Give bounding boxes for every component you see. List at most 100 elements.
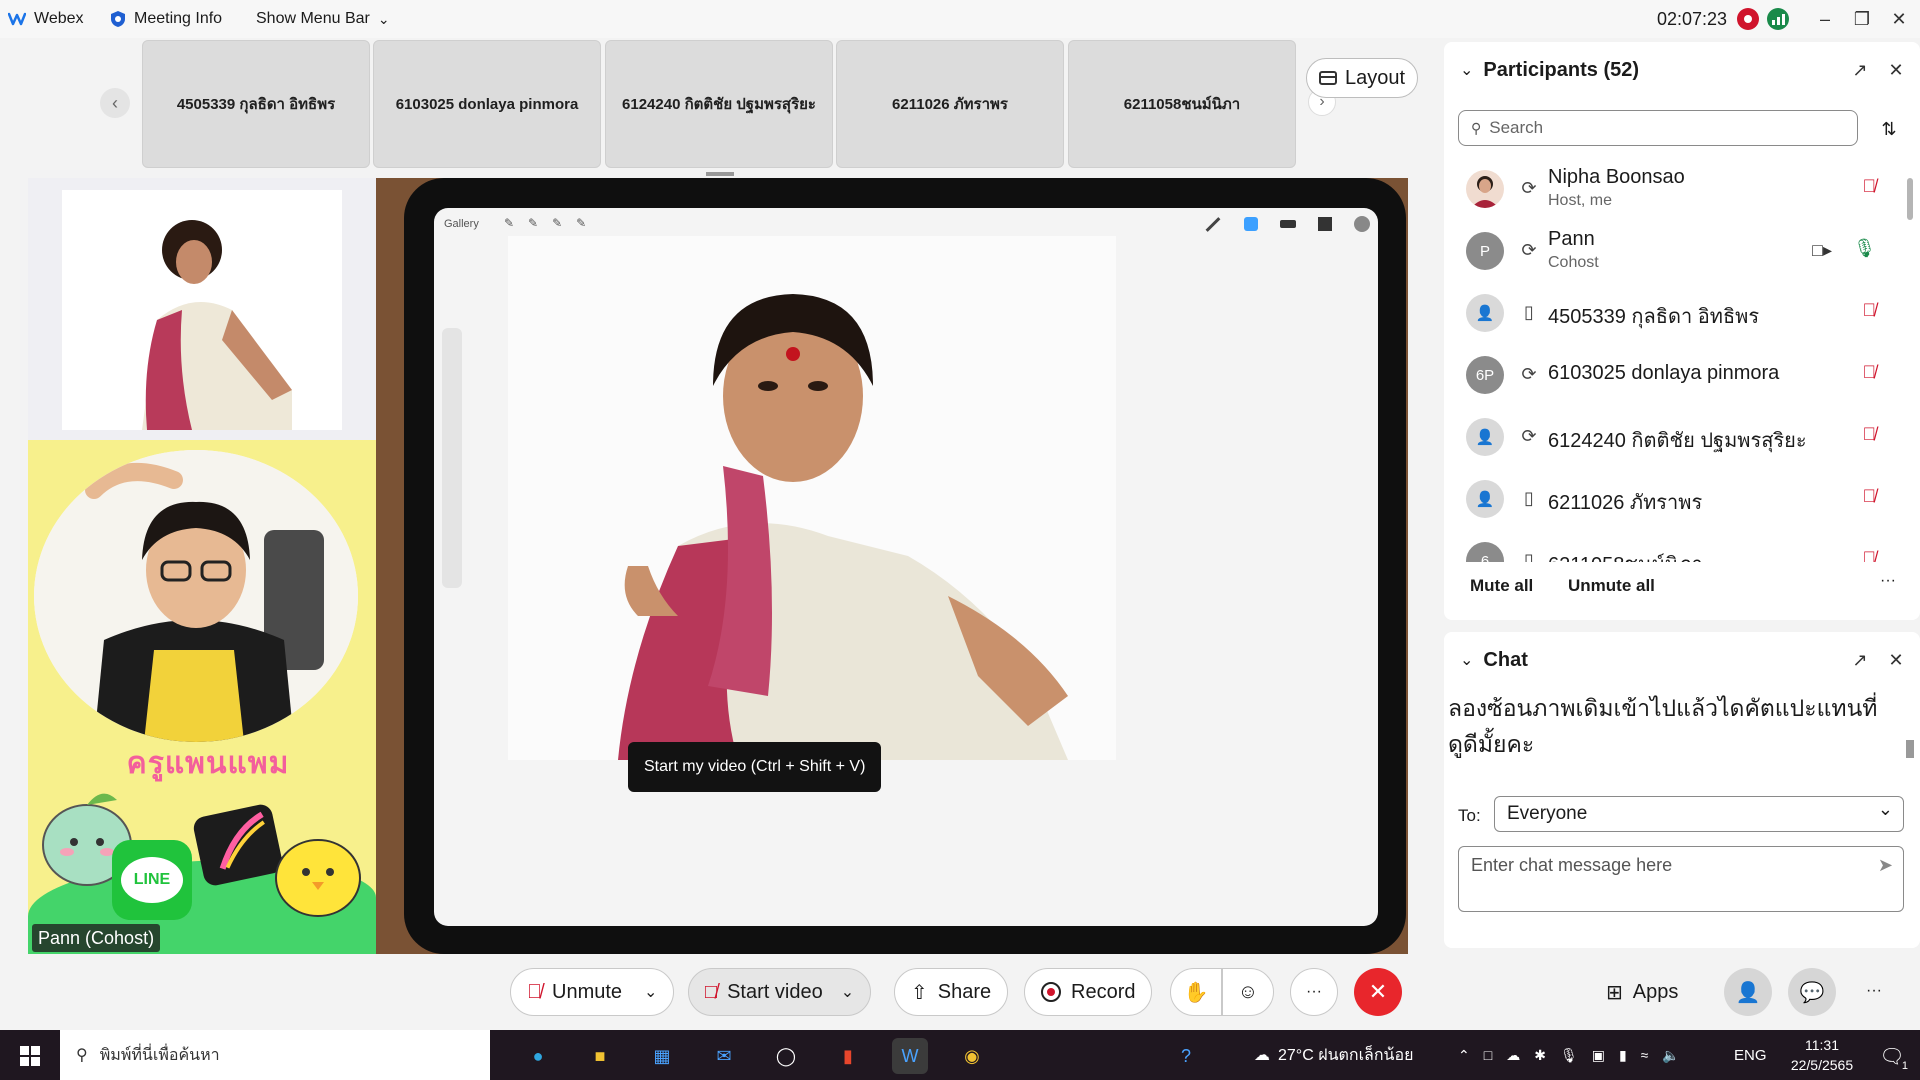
mic-muted-icon[interactable]: 🎙̸	[1863, 486, 1877, 507]
chat-message: ลองซ้อนภาพเดิมเข้าไปแล้วไดคัตแปะแทนที่ดู…	[1448, 695, 1878, 757]
mic-icon[interactable]: 🎙	[1560, 1047, 1578, 1064]
close-window-icon[interactable]: ✕	[1880, 0, 1918, 38]
more-options-button[interactable]: ···	[1880, 572, 1896, 590]
participant-search-input[interactable]: ⚲ Search	[1458, 110, 1858, 146]
mute-all-button[interactable]: Mute all	[1470, 576, 1533, 596]
participant-row[interactable]: P ⟳ Pann Cohost □▸ 🎙	[1444, 220, 1904, 282]
chat-toggle-button[interactable]: 💬	[1788, 968, 1836, 1016]
procreate-sidebar	[442, 328, 462, 588]
collapse-chevron-icon[interactable]: ⌄	[1460, 650, 1473, 670]
thumbnails-prev-button[interactable]: ‹	[100, 88, 130, 118]
participant-row[interactable]: 👤 ▯ 4505339 กุลธิดา อิทธิพร 🎙̸	[1444, 282, 1904, 344]
participant-thumbnail[interactable]: 6211058ชนม์นิภา	[1068, 40, 1296, 168]
office-icon[interactable]: ▮	[830, 1038, 866, 1074]
notifications-icon[interactable]: 🗨 1	[1874, 1038, 1910, 1074]
tray-icon[interactable]: ☁	[1506, 1047, 1520, 1064]
leave-meeting-button[interactable]: ✕	[1354, 968, 1402, 1016]
tray-icon[interactable]: ▣	[1592, 1047, 1605, 1064]
edge-icon[interactable]: ●	[520, 1038, 556, 1074]
clock-time: 11:31	[1805, 1037, 1839, 1053]
participants-panel: ⌄ Participants (52) ↗ ✕ ⚲ Search ⇅ ⟳ Nip…	[1444, 42, 1920, 620]
clock[interactable]: 11:31 22/5/2565	[1782, 1034, 1862, 1076]
recipient-value: Everyone	[1507, 803, 1588, 824]
share-button[interactable]: ⇧ Share	[894, 968, 1009, 1016]
mic-muted-icon[interactable]: 🎙̸	[1863, 424, 1877, 445]
tray-icon[interactable]: □	[1484, 1047, 1492, 1063]
taskbar-search-input[interactable]: ⚲ พิมพ์ที่นี่เพื่อค้นหา	[60, 1030, 490, 1080]
mic-on-icon[interactable]: 🎙	[1853, 238, 1876, 259]
minimize-icon[interactable]: –	[1806, 0, 1844, 38]
participants-scrollbar[interactable]	[1906, 158, 1914, 568]
windows-start-icon[interactable]	[12, 1038, 48, 1074]
mic-muted-icon[interactable]: 🎙̸	[1863, 362, 1877, 383]
collapse-chevron-icon[interactable]: ⌄	[1460, 60, 1473, 80]
system-tray[interactable]: ⌃ □ ☁ ✱ 🎙 ▣ ▮ ≈ 🔈	[1458, 1030, 1680, 1080]
help-icon[interactable]: ?	[1168, 1038, 1204, 1074]
participant-thumbnail[interactable]: 6211026 ภัทราพร	[836, 40, 1064, 168]
wifi-icon[interactable]: ≈	[1641, 1047, 1649, 1063]
smiley-icon: ☺	[1237, 980, 1259, 1003]
popout-icon[interactable]: ↗	[1848, 58, 1872, 82]
chevron-down-icon[interactable]: ⌄	[841, 982, 854, 1002]
panel-options-icon[interactable]: ···	[1866, 982, 1882, 1000]
language-indicator[interactable]: ENG	[1734, 1030, 1767, 1080]
mic-muted-icon[interactable]: 🎙̸	[1863, 176, 1877, 197]
sort-icon[interactable]: ⇅	[1874, 114, 1904, 144]
participant-name: Nipha Boonsao	[1548, 166, 1685, 188]
volume-icon[interactable]: 🔈	[1662, 1047, 1679, 1064]
participants-icon: 👤	[1735, 981, 1761, 1004]
participant-row[interactable]: ⟳ Nipha Boonsao Host, me 🎙̸	[1444, 158, 1904, 220]
layout-label: Layout	[1344, 66, 1406, 89]
chat-message-input[interactable]: Enter chat message here ➤	[1458, 846, 1904, 912]
store-icon[interactable]: ▦	[644, 1038, 680, 1074]
battery-icon[interactable]: ▮	[1619, 1047, 1627, 1064]
participant-thumbnail[interactable]: 4505339 กุลธิดา อิทธิพร	[142, 40, 370, 168]
popout-icon[interactable]: ↗	[1848, 648, 1872, 672]
video-camera-icon: □▸	[1812, 240, 1832, 260]
participants-toggle-button[interactable]: 👤	[1724, 968, 1772, 1016]
participant-row[interactable]: 👤 ▯ 6211026 ภัทราพร 🎙̸	[1444, 468, 1904, 530]
participant-thumbnail[interactable]: 6124240 กิตติชัย ปฐมพรสุริยะ	[605, 40, 833, 168]
app-icon[interactable]: ◯	[768, 1038, 804, 1074]
meeting-timer: 02:07:23	[1657, 8, 1728, 29]
record-button[interactable]: Record	[1024, 968, 1153, 1016]
unmute-button[interactable]: 🎙̸ Unmute ⌄	[510, 968, 675, 1016]
network-health-icon[interactable]	[1767, 8, 1789, 30]
close-panel-icon[interactable]: ✕	[1884, 648, 1908, 672]
chat-scrollbar[interactable]	[1904, 692, 1916, 782]
participant-role: Cohost	[1548, 254, 1599, 271]
participant-thumbnail[interactable]: 6103025 donlaya pinmora	[373, 40, 601, 168]
mic-muted-icon[interactable]: 🎙̸	[1863, 548, 1877, 562]
weather-widget[interactable]: ☁ 27°C ฝนตกเล็กน้อย	[1254, 1030, 1413, 1080]
participant-row[interactable]: 👤 ⟳ 6124240 กิตติชัย ปฐมพรสุริยะ 🎙̸	[1444, 406, 1904, 468]
unmute-all-button[interactable]: Unmute all	[1568, 576, 1655, 596]
reactions-button[interactable]: ☺	[1222, 968, 1274, 1016]
participant-row[interactable]: 6 ▯ 6211058ชนม์นิภา 🎙̸	[1444, 530, 1904, 562]
file-explorer-icon[interactable]: ■	[582, 1038, 618, 1074]
restore-icon[interactable]: ❐	[1843, 0, 1881, 38]
layout-button[interactable]: Layout	[1306, 58, 1418, 98]
mic-muted-icon[interactable]: 🎙̸	[1863, 300, 1877, 321]
more-button[interactable]: ···	[1290, 968, 1338, 1016]
apps-label: Apps	[1632, 980, 1679, 1003]
recording-indicator-icon[interactable]	[1737, 8, 1759, 30]
participant-row[interactable]: 6P ⟳ 6103025 donlaya pinmora 🎙̸	[1444, 344, 1904, 406]
chat-panel: ⌄ Chat ↗ ✕ ลองซ้อนภาพเดิมเข้าไปแล้วไดคัต…	[1444, 632, 1920, 948]
start-video-button[interactable]: □̸ Start video ⌄	[688, 968, 872, 1016]
tray-icon[interactable]: ✱	[1534, 1047, 1546, 1064]
raise-hand-button[interactable]: ✋	[1170, 968, 1222, 1016]
avatar: 6P	[1466, 356, 1504, 394]
chevron-up-icon[interactable]: ⌃	[1458, 1047, 1470, 1064]
mail-icon[interactable]: ✉	[706, 1038, 742, 1074]
webex-taskbar-icon[interactable]: W	[892, 1038, 928, 1074]
chrome-icon[interactable]: ◉	[954, 1038, 990, 1074]
show-menu-bar-button[interactable]: Show Menu Bar ⌄	[256, 0, 390, 38]
app-title: Webex	[7, 0, 84, 38]
apps-button[interactable]: ⊞ Apps	[1606, 976, 1678, 1008]
meeting-info-button[interactable]: Meeting Info	[110, 0, 222, 38]
recipient-select[interactable]: Everyone ⌄	[1494, 796, 1904, 832]
send-icon[interactable]: ➤	[1878, 855, 1893, 876]
chevron-down-icon[interactable]: ⌄	[644, 982, 657, 1002]
resize-handle[interactable]	[706, 172, 734, 176]
close-panel-icon[interactable]: ✕	[1884, 58, 1908, 82]
